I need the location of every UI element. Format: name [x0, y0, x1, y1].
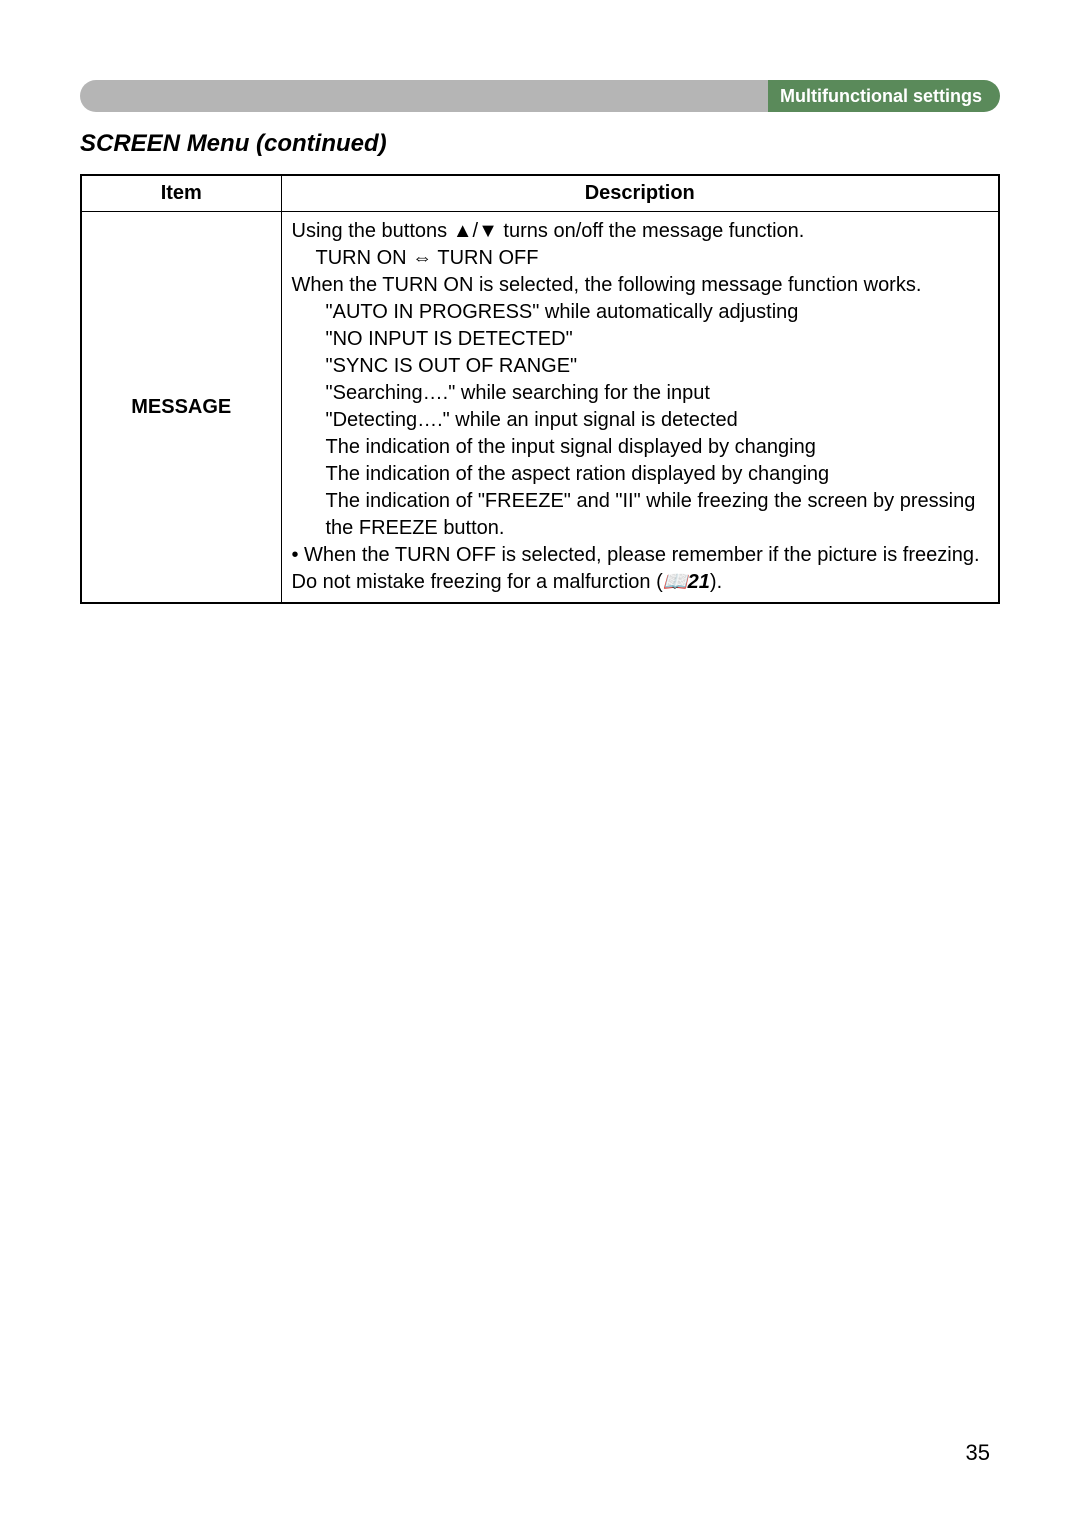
th-description: Description — [281, 175, 999, 212]
desc-line-7: "Searching…." while searching for the in… — [292, 380, 989, 407]
header-bar-spacer — [80, 80, 768, 112]
desc-line-4: "AUTO IN PROGRESS" while automatically a… — [292, 299, 989, 326]
desc-text: ). — [710, 571, 722, 593]
th-item: Item — [81, 175, 281, 212]
desc-text: Using the buttons — [292, 220, 453, 242]
table-row: MESSAGE Using the buttons ▲/▼ turns on/o… — [81, 212, 999, 604]
desc-line-11: The indication of "FREEZE" and "II" whil… — [292, 488, 989, 542]
desc-text: TURN ON — [316, 247, 413, 269]
header-bar: Multifunctional settings — [80, 80, 1000, 112]
book-ref-icon: 📖21 — [663, 571, 710, 593]
table-header-row: Item Description — [81, 175, 999, 212]
double-arrow-icon: ⇔ — [412, 247, 432, 269]
page-number: 35 — [966, 1440, 990, 1466]
menu-table: Item Description MESSAGE Using the butto… — [80, 174, 1000, 604]
cell-description: Using the buttons ▲/▼ turns on/off the m… — [281, 212, 999, 604]
header-section-label: Multifunctional settings — [768, 80, 1000, 112]
desc-line-3: When the TURN ON is selected, the follow… — [292, 272, 989, 299]
desc-text: turns on/off the message function. — [498, 220, 804, 242]
desc-line-8: "Detecting…." while an input signal is d… — [292, 407, 989, 434]
desc-line-5: "NO INPUT IS DETECTED" — [292, 326, 989, 353]
up-down-arrows-icon: ▲/▼ — [453, 220, 498, 242]
desc-line-12: • When the TURN OFF is selected, please … — [292, 542, 989, 596]
desc-line-9: The indication of the input signal displ… — [292, 434, 989, 461]
desc-line-1: Using the buttons ▲/▼ turns on/off the m… — [292, 218, 989, 245]
desc-line-2: TURN ON ⇔ TURN OFF — [292, 245, 989, 272]
section-title: SCREEN Menu (continued) — [80, 130, 1000, 158]
cell-item: MESSAGE — [81, 212, 281, 604]
desc-line-6: "SYNC IS OUT OF RANGE" — [292, 353, 989, 380]
desc-line-10: The indication of the aspect ration disp… — [292, 461, 989, 488]
desc-text: TURN OFF — [432, 247, 538, 269]
desc-text: • When the TURN OFF is selected, please … — [292, 544, 980, 593]
